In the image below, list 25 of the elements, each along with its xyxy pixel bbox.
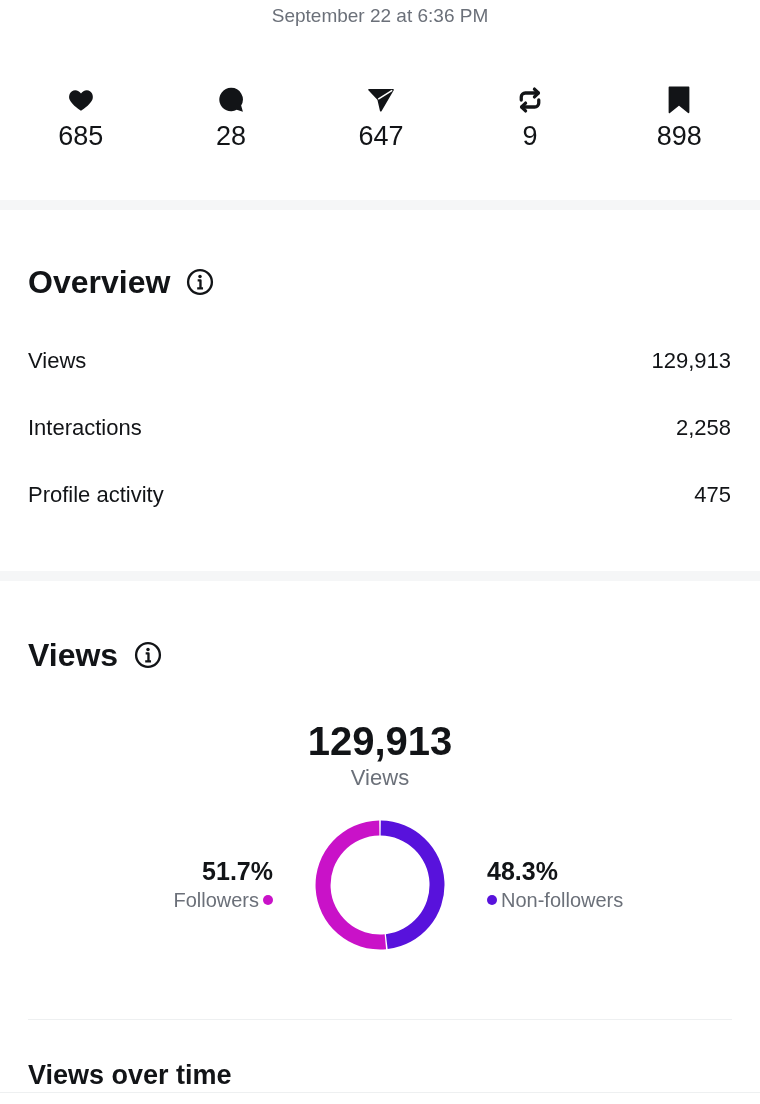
metric-label: Views: [28, 347, 87, 375]
section-heading: Overview: [28, 263, 171, 302]
speech-bubble-icon: [216, 86, 245, 114]
engagement-count: 647: [358, 120, 404, 152]
views-total: 129,913: [306, 718, 454, 765]
engagement-count: 898: [656, 120, 702, 152]
legend-label: Non-followers: [501, 888, 624, 913]
section-heading: Views: [28, 636, 119, 675]
post-timestamp: September 22 at 6:36 PM: [270, 4, 490, 28]
views-total-label: Views: [349, 765, 411, 791]
legend-percent: 51.7%: [201, 856, 273, 886]
legend-percent: 48.3%: [487, 856, 559, 886]
metric-label: Interactions: [28, 414, 142, 442]
engagement-count: 9: [522, 120, 538, 152]
info-icon[interactable]: [186, 268, 215, 296]
metric-value: 2,258: [675, 414, 731, 442]
info-icon[interactable]: [134, 641, 163, 669]
paper-plane-icon: [367, 86, 395, 114]
section-heading: Views over time: [28, 1059, 233, 1092]
engagement-count: 685: [58, 120, 104, 152]
metric-label: Profile activity: [28, 481, 164, 509]
engagement-count: 28: [215, 120, 246, 152]
legend-label: Followers: [173, 888, 259, 913]
metric-value: 129,913: [651, 347, 731, 375]
metric-value: 475: [694, 481, 731, 509]
